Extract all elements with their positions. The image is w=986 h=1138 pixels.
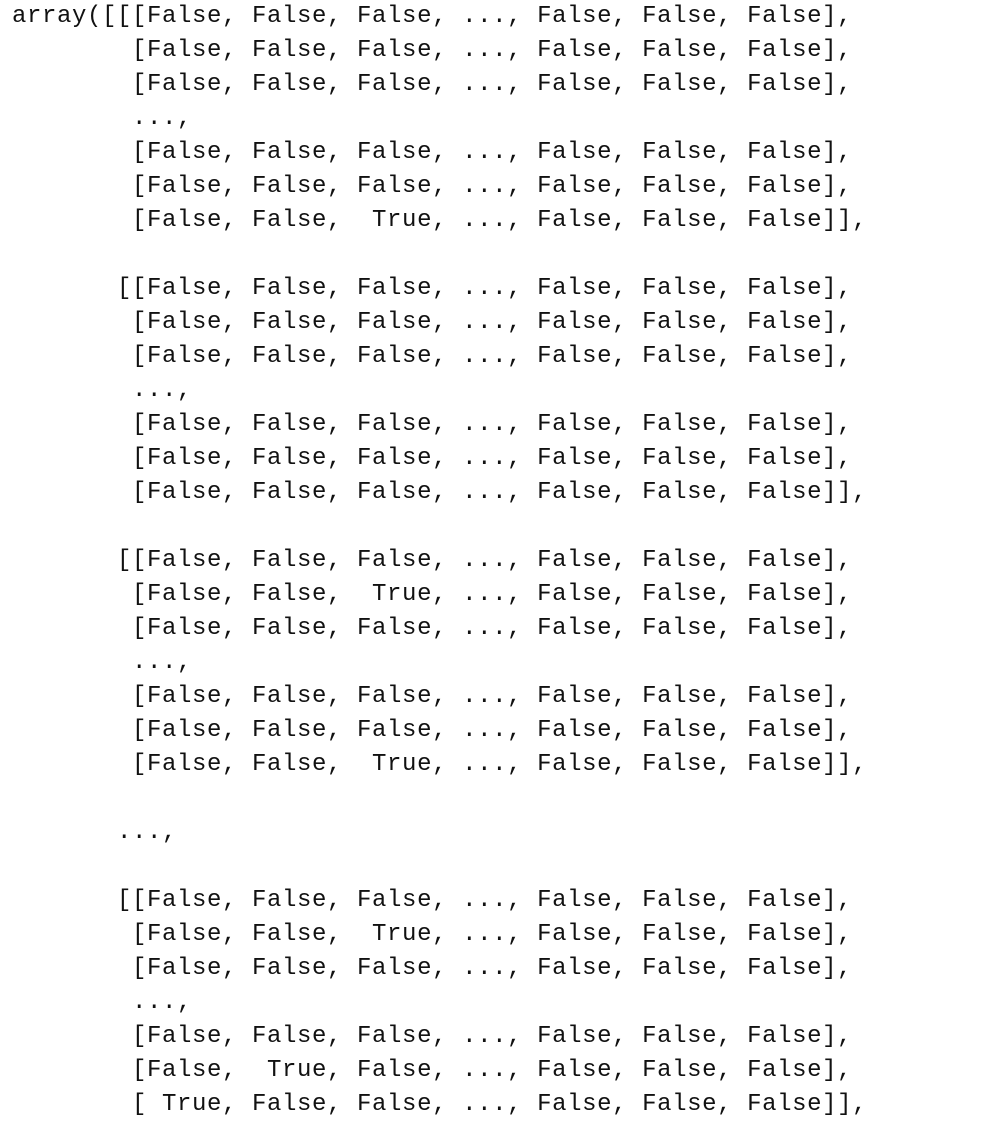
- output-line: [ True, False, False, ..., False, False,…: [12, 1091, 868, 1118]
- output-line: ...,: [12, 989, 193, 1016]
- output-line: [False, False, False, ..., False, False,…: [12, 139, 853, 166]
- output-line: array([[[False, False, False, ..., False…: [12, 3, 853, 30]
- output-line: [False, False, False, ..., False, False,…: [12, 445, 853, 472]
- output-line: [False, False, False, ..., False, False,…: [12, 479, 868, 506]
- output-line: [False, False, False, ..., False, False,…: [12, 71, 853, 98]
- output-line: [False, False, False, ..., False, False,…: [12, 955, 853, 982]
- output-line: [False, False, False, ..., False, False,…: [12, 37, 853, 64]
- output-line: [False, False, False, ..., False, False,…: [12, 1023, 853, 1050]
- output-line: [False, False, True, ..., False, False, …: [12, 581, 853, 608]
- output-line: [False, False, True, ..., False, False, …: [12, 751, 868, 778]
- output-line: [False, False, False, ..., False, False,…: [12, 343, 853, 370]
- output-line: [False, False, False, ..., False, False,…: [12, 411, 853, 438]
- output-line: [False, False, False, ..., False, False,…: [12, 173, 853, 200]
- output-line: [False, False, False, ..., False, False,…: [12, 683, 853, 710]
- array-output: array([[[False, False, False, ..., False…: [12, 0, 867, 1122]
- output-line: [[False, False, False, ..., False, False…: [12, 887, 853, 914]
- output-line: [False, False, False, ..., False, False,…: [12, 615, 853, 642]
- output-line: [False, False, False, ..., False, False,…: [12, 717, 853, 744]
- output-line: [False, False, False, ..., False, False,…: [12, 309, 853, 336]
- output-line: ...,: [12, 105, 193, 132]
- output-line: [False, True, False, ..., False, False, …: [12, 1057, 853, 1084]
- output-line: [[False, False, False, ..., False, False…: [12, 275, 853, 302]
- output-line: [[False, False, False, ..., False, False…: [12, 547, 853, 574]
- output-line: ...,: [12, 377, 193, 404]
- output-line: ...,: [12, 819, 178, 846]
- output-line: [False, False, True, ..., False, False, …: [12, 921, 853, 948]
- output-line: ...,: [12, 649, 193, 676]
- output-line: [False, False, True, ..., False, False, …: [12, 207, 868, 234]
